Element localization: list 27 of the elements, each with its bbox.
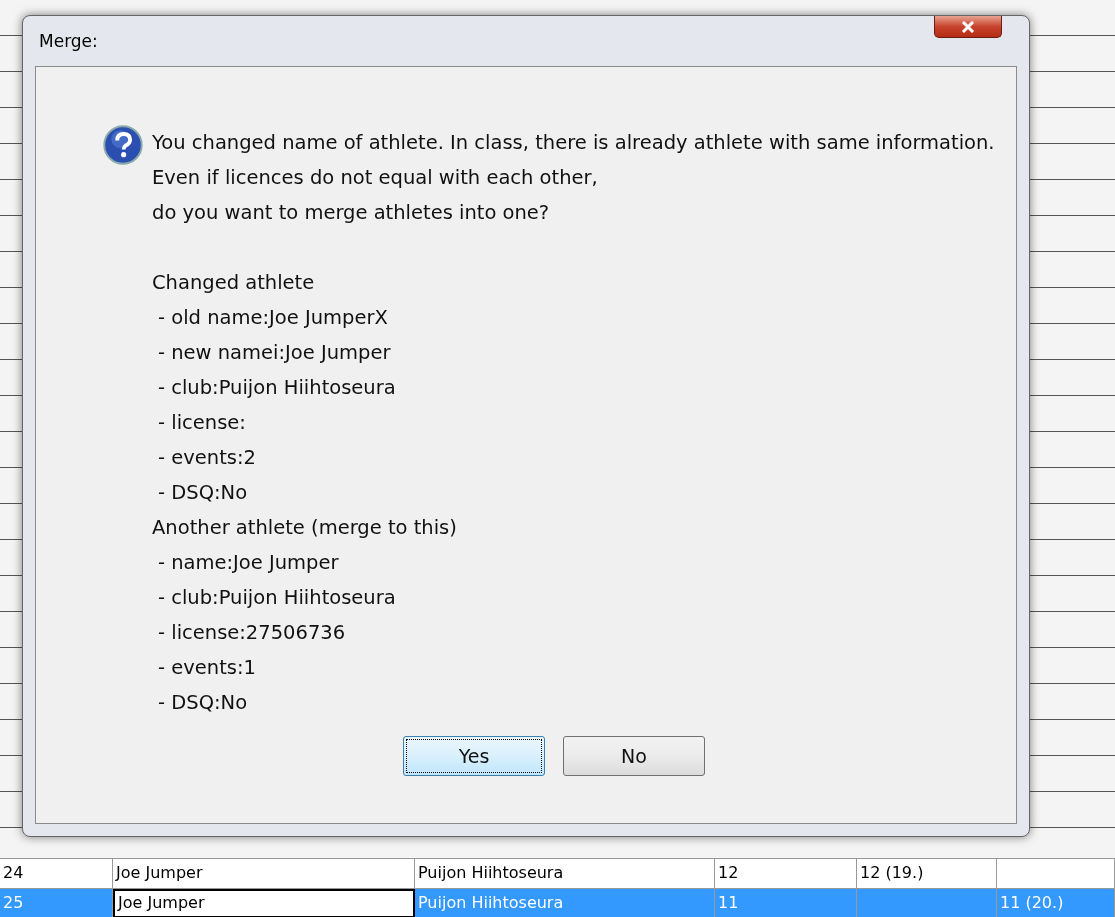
table-cell: 11 (20.) xyxy=(997,889,1115,917)
question-icon xyxy=(103,125,143,165)
detail-line: - events:2 xyxy=(157,445,257,471)
window-title: Merge: xyxy=(38,31,98,51)
close-icon xyxy=(961,20,975,33)
detail-line: - events:1 xyxy=(157,655,257,681)
detail-line: - license: xyxy=(157,410,247,436)
message-line: Even if licences do not equal with each other, xyxy=(152,165,599,191)
section-heading: Changed athlete xyxy=(152,270,316,296)
detail-line: - name:Joe Jumper xyxy=(157,550,340,576)
message-line: You changed name of athlete. In class, there is already athlete with same information. xyxy=(152,130,996,156)
cell-editor[interactable]: Joe Jumper xyxy=(113,889,415,917)
detail-line: - club:Puijon Hiihtoseura xyxy=(157,585,397,611)
table-cell: Puijon Hiihtoseura xyxy=(415,889,715,917)
close-button[interactable] xyxy=(934,16,1002,38)
dialog-button[interactable]: No xyxy=(563,736,705,776)
detail-line: - old name:Joe JumperX xyxy=(157,305,389,331)
detail-line: - DSQ:No xyxy=(157,480,249,506)
dialog-button[interactable]: Yes xyxy=(403,736,545,776)
detail-line: - DSQ:No xyxy=(157,690,249,716)
table-cell: 11 xyxy=(715,889,857,917)
detail-line: - club:Puijon Hiihtoseura xyxy=(157,375,397,401)
section-heading: Another athlete (merge to this) xyxy=(152,515,458,541)
detail-line: - license:27506736 xyxy=(157,620,347,646)
table-row[interactable]: 25 Joe Jumper Puijon Hiihtoseura 11 11 (20.) xyxy=(0,888,1115,917)
detail-line: - new namei:Joe Jumper xyxy=(157,340,392,366)
message-line: do you want to merge athletes into one? xyxy=(152,200,551,226)
